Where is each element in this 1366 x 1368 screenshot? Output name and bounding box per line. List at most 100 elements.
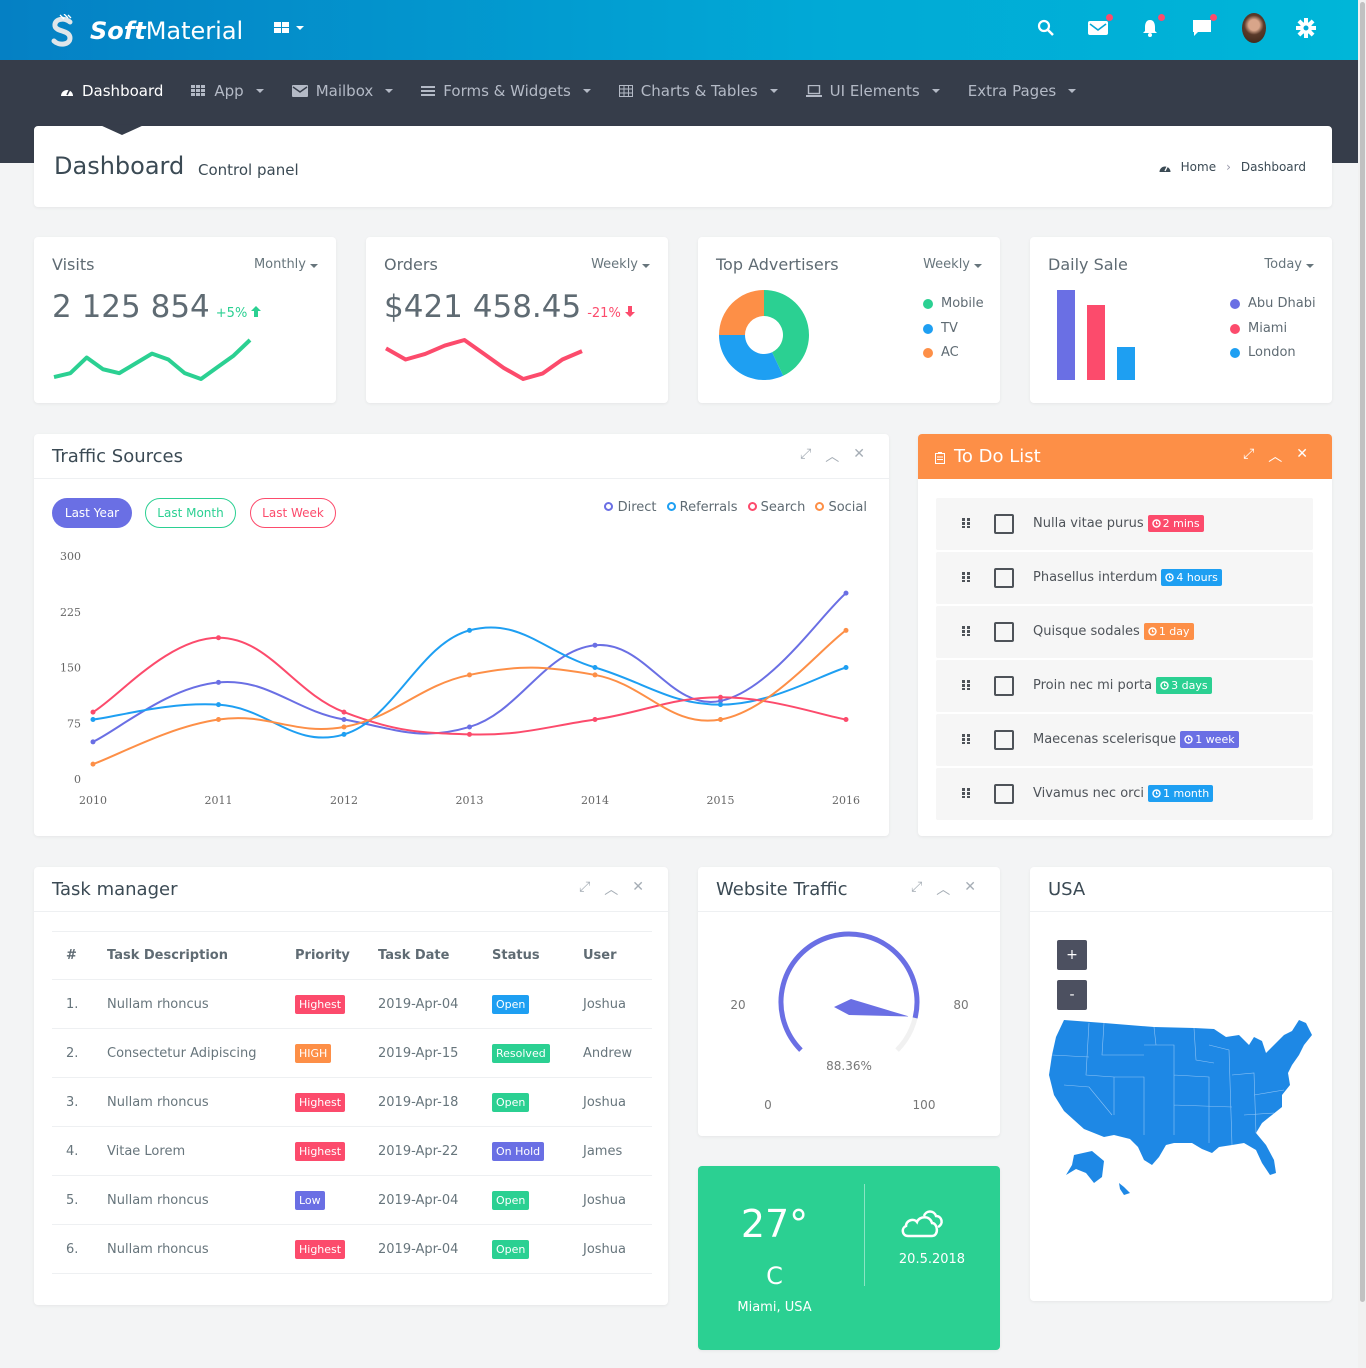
period-dropdown[interactable]: Today <box>1264 257 1314 272</box>
expand-icon[interactable]: ⤢ <box>1243 446 1254 466</box>
close-icon[interactable]: ✕ <box>632 879 644 899</box>
todo-item[interactable]: Quisque sodales 1 day <box>936 606 1313 658</box>
nav-extra-pages[interactable]: Extra Pages <box>968 82 1077 100</box>
scrollbar-thumb[interactable] <box>1360 2 1365 1302</box>
data-point-social[interactable] <box>341 724 347 730</box>
drag-handle-icon[interactable] <box>962 572 972 582</box>
data-point-referrals[interactable] <box>341 731 347 737</box>
todo-item[interactable]: Vivamus nec orci 1 month <box>936 768 1313 820</box>
search-button[interactable] <box>1034 16 1058 40</box>
user-menu-button[interactable] <box>1242 13 1266 43</box>
legend-social[interactable]: Social <box>815 500 867 515</box>
logo[interactable]: SoftMaterial <box>50 14 243 48</box>
data-point-referrals[interactable] <box>592 665 598 670</box>
todo-checkbox[interactable] <box>994 676 1014 696</box>
todo-checkbox[interactable] <box>994 622 1014 642</box>
map-zoom-in-button[interactable]: + <box>1057 940 1087 970</box>
collapse-icon[interactable]: ︿ <box>825 446 839 466</box>
data-point-social[interactable] <box>718 717 723 723</box>
table-row[interactable]: 3. Nullam rhoncus Highest 2019-Apr-18 Open Jo… <box>52 1077 652 1127</box>
collapse-icon[interactable]: ︿ <box>1268 446 1282 466</box>
col-priority[interactable]: Priority <box>295 931 378 980</box>
mail-button[interactable] <box>1086 14 1113 40</box>
todo-checkbox[interactable] <box>994 568 1014 588</box>
map-zoom-out-button[interactable]: - <box>1057 980 1087 1010</box>
close-icon[interactable]: ✕ <box>964 879 976 899</box>
data-point-direct[interactable] <box>90 739 96 745</box>
period-dropdown[interactable]: Monthly <box>254 257 318 272</box>
close-icon[interactable]: ✕ <box>1296 446 1308 466</box>
nav-app[interactable]: App <box>191 82 264 100</box>
period-dropdown[interactable]: Weekly <box>591 257 650 272</box>
data-point-referrals[interactable] <box>467 627 472 633</box>
period-dropdown[interactable]: Weekly <box>923 257 982 272</box>
drag-handle-icon[interactable] <box>962 680 972 690</box>
data-point-search[interactable] <box>341 709 347 715</box>
legend-direct[interactable]: Direct <box>604 500 657 515</box>
nav-forms-widgets[interactable]: Forms & Widgets <box>421 82 591 100</box>
col-status[interactable]: Status <box>492 931 583 980</box>
page-scrollbar[interactable] <box>1358 0 1366 1368</box>
data-point-referrals[interactable] <box>216 702 221 708</box>
col-description[interactable]: Task Description <box>107 931 295 980</box>
drag-handle-icon[interactable] <box>962 788 972 798</box>
data-point-search[interactable] <box>718 694 723 700</box>
drag-handle-icon[interactable] <box>962 518 972 528</box>
expand-icon[interactable]: ⤢ <box>911 879 922 899</box>
table-row[interactable]: 6. Nullam rhoncus Highest 2019-Apr-04 Open Jo… <box>52 1224 652 1274</box>
filter-last-year[interactable]: Last Year <box>52 498 132 528</box>
data-point-search[interactable] <box>467 731 472 737</box>
filter-last-week[interactable]: Last Week <box>250 498 336 528</box>
data-point-search[interactable] <box>843 717 849 723</box>
data-point-direct[interactable] <box>467 724 472 730</box>
expand-icon[interactable]: ⤢ <box>800 446 811 466</box>
data-point-search[interactable] <box>592 717 598 723</box>
settings-button[interactable] <box>1294 16 1318 40</box>
table-row[interactable]: 2. Consectetur Adipiscing HIGH 2019-Apr-15 R… <box>52 1028 652 1078</box>
collapse-icon[interactable]: ︿ <box>604 879 618 899</box>
todo-item[interactable]: Phasellus interdum 4 hours <box>936 552 1313 604</box>
todo-item[interactable]: Maecenas scelerisque 1 week <box>936 714 1313 766</box>
collapse-icon[interactable]: ︿ <box>936 879 950 899</box>
data-point-social[interactable] <box>843 627 849 633</box>
filter-last-month[interactable]: Last Month <box>145 498 236 528</box>
close-icon[interactable]: ✕ <box>853 446 865 466</box>
notifications-button[interactable] <box>1138 14 1165 40</box>
data-point-direct[interactable] <box>216 679 221 685</box>
data-point-referrals[interactable] <box>718 702 723 708</box>
table-row[interactable]: 5. Nullam rhoncus Low 2019-Apr-04 Open Joshua <box>52 1175 652 1225</box>
col-user[interactable]: User <box>583 931 652 980</box>
drag-handle-icon[interactable] <box>962 626 972 636</box>
apps-menu-button[interactable] <box>274 22 304 34</box>
data-point-social[interactable] <box>592 672 598 678</box>
data-point-social[interactable] <box>90 761 96 767</box>
drag-handle-icon[interactable] <box>962 734 972 744</box>
nav-mailbox[interactable]: Mailbox <box>291 82 394 100</box>
legend-search[interactable]: Search <box>747 500 805 515</box>
todo-checkbox[interactable] <box>994 784 1014 804</box>
todo-checkbox[interactable] <box>994 730 1014 750</box>
data-point-direct[interactable] <box>341 717 347 723</box>
data-point-direct[interactable] <box>843 590 849 596</box>
col-date[interactable]: Task Date <box>378 931 492 980</box>
data-point-search[interactable] <box>216 635 221 641</box>
todo-item[interactable]: Nulla vitae purus 2 mins <box>936 498 1313 550</box>
nav-charts-tables[interactable]: Charts & Tables <box>618 82 778 100</box>
data-point-social[interactable] <box>467 672 472 678</box>
breadcrumb-home[interactable]: Home <box>1181 160 1216 174</box>
data-point-search[interactable] <box>90 709 96 715</box>
nav-dashboard[interactable]: Dashboard <box>60 82 163 100</box>
table-row[interactable]: 4. Vitae Lorem Highest 2019-Apr-22 On Hold Ja… <box>52 1126 652 1176</box>
legend-referrals[interactable]: Referrals <box>666 500 738 515</box>
messages-button[interactable] <box>1190 14 1217 40</box>
nav-ui-elements[interactable]: UI Elements <box>805 82 940 100</box>
data-point-social[interactable] <box>216 717 221 723</box>
usa-map[interactable] <box>1044 1015 1324 1200</box>
todo-checkbox[interactable] <box>994 514 1014 534</box>
data-point-direct[interactable] <box>592 642 598 648</box>
data-point-referrals[interactable] <box>843 665 849 670</box>
todo-item[interactable]: Proin nec mi porta 3 days <box>936 660 1313 712</box>
table-row[interactable]: 1. Nullam rhoncus Highest 2019-Apr-04 Open Jo… <box>52 979 652 1029</box>
data-point-referrals[interactable] <box>90 717 96 723</box>
expand-icon[interactable]: ⤢ <box>579 879 590 899</box>
